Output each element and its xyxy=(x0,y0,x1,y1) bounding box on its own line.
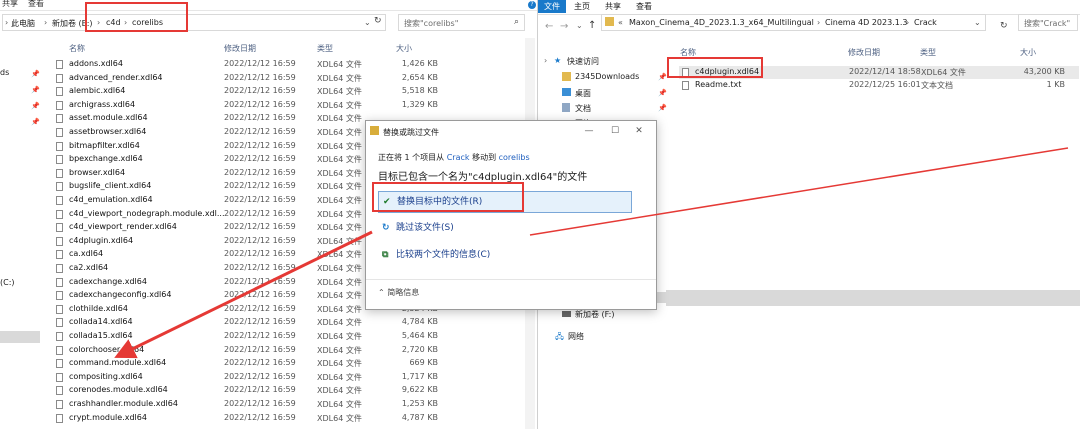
annotation-arrows xyxy=(114,147,1069,359)
arrow-to-destination xyxy=(114,230,373,359)
arrow-line-thin xyxy=(529,147,1069,236)
